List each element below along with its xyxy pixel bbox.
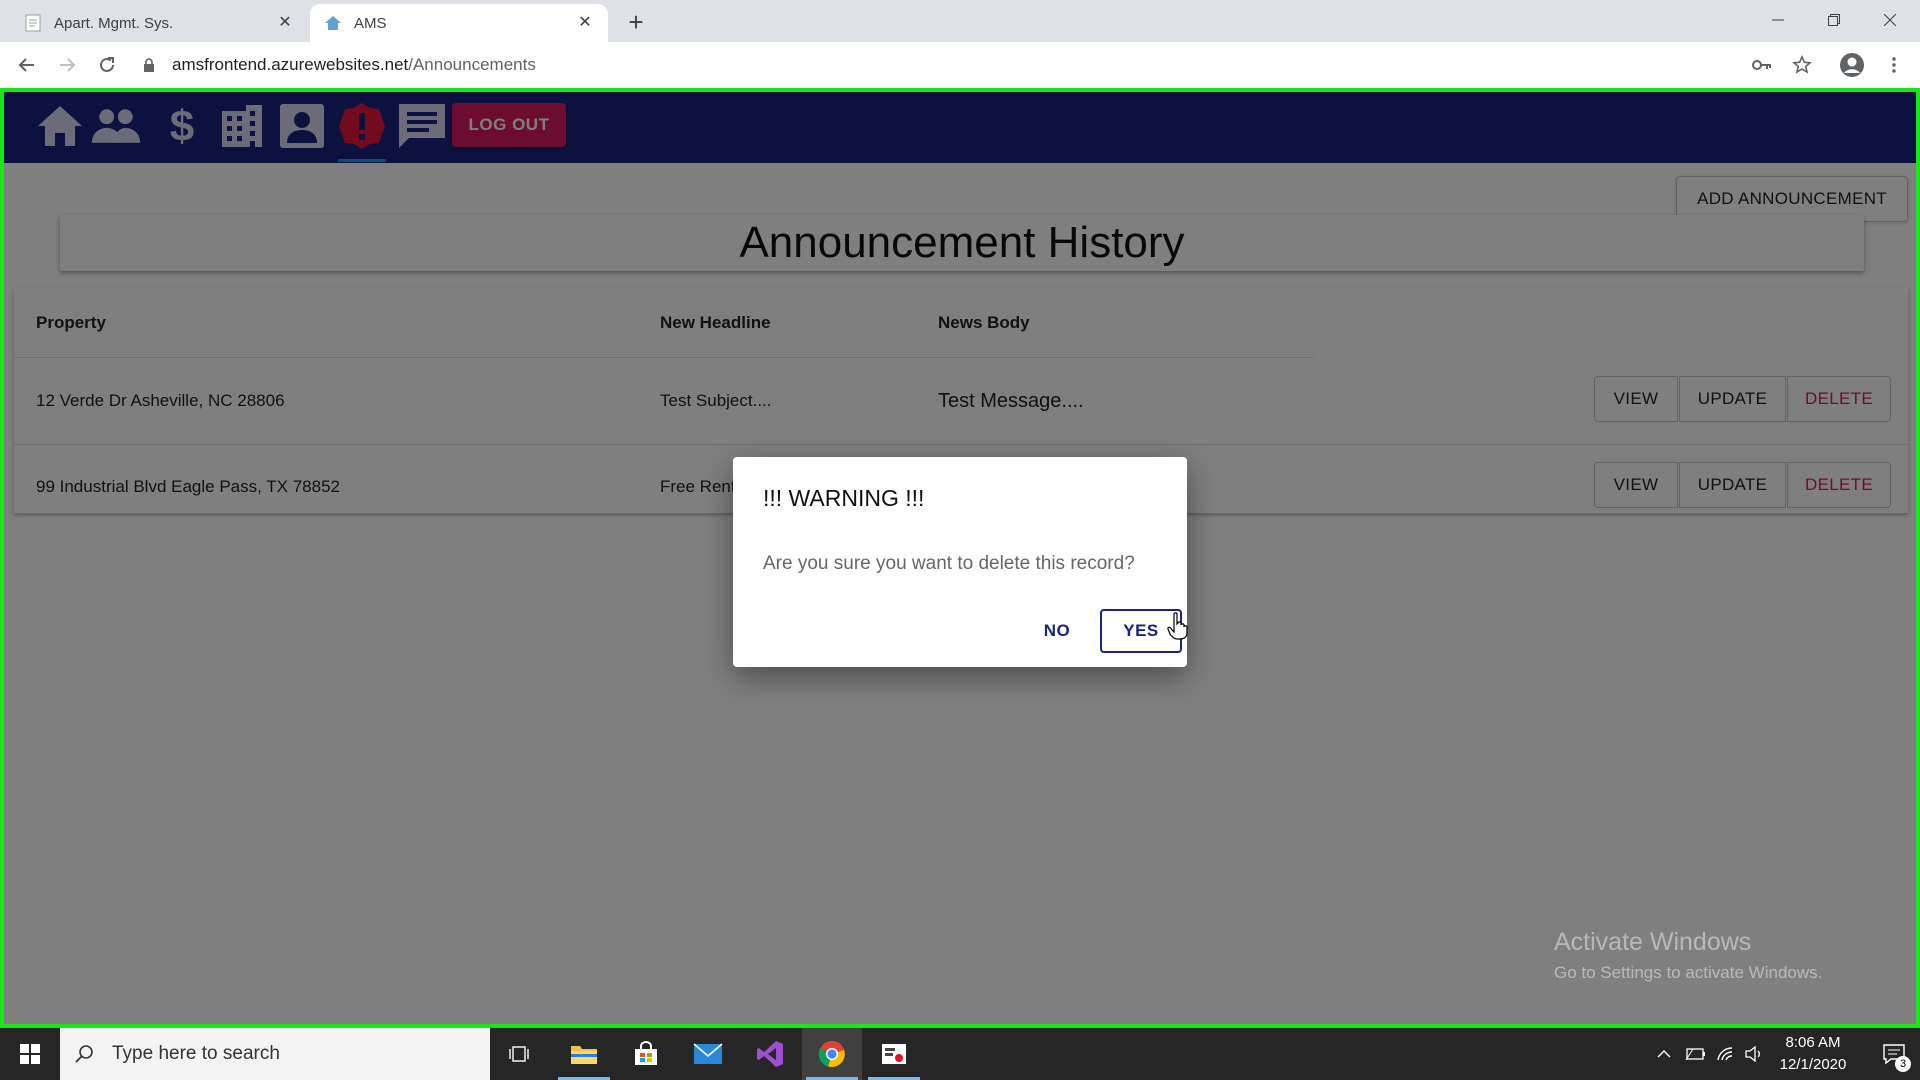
windows-start-icon[interactable] (0, 1028, 60, 1080)
clock-date: 12/1/2020 (1779, 1056, 1847, 1073)
page-viewport: $ LOG OUT ADD ANNOUNCEMENT Announcement … (0, 88, 1920, 1028)
browser-tab-strip: Apart. Mgmt. Sys. ✕ AMS ✕ + (0, 0, 1920, 42)
watermark-title: Activate Windows (1554, 928, 1752, 956)
windows-taskbar: Type here to search 8:06 AM 12/1/2020 3 (0, 1028, 1920, 1080)
reload-icon[interactable] (93, 51, 121, 79)
chrome-icon[interactable] (802, 1028, 862, 1080)
url-host: amsfrontend.azurewebsites.net (172, 55, 409, 74)
hand-cursor-icon (1167, 612, 1189, 640)
key-icon[interactable] (1748, 51, 1776, 79)
tab-title: AMS (354, 14, 387, 32)
dialog-title: !!! WARNING !!! (763, 485, 925, 511)
minimize-icon[interactable] (1750, 0, 1806, 40)
file-explorer-icon[interactable] (554, 1028, 614, 1080)
browser-tab-apart-mgmt[interactable]: Apart. Mgmt. Sys. ✕ (10, 4, 308, 42)
house-icon (324, 14, 342, 32)
notification-count-badge: 3 (1895, 1056, 1911, 1072)
close-window-icon[interactable] (1862, 0, 1918, 40)
visual-studio-icon[interactable] (740, 1028, 800, 1080)
lock-icon[interactable] (140, 56, 158, 74)
snipping-tool-icon[interactable] (864, 1028, 924, 1080)
no-button[interactable]: NO (1019, 609, 1095, 653)
star-icon[interactable] (1788, 51, 1816, 79)
activate-windows-watermark: Activate Windows Go to Settings to activ… (1554, 928, 1822, 983)
clock-time: 8:06 AM (1785, 1034, 1841, 1051)
dialog-message: Are you sure you want to delete this rec… (763, 553, 1135, 574)
taskbar-clock[interactable]: 8:06 AM 12/1/2020 (1768, 1032, 1858, 1076)
confirm-delete-dialog: !!! WARNING !!! Are you sure you want to… (733, 457, 1189, 667)
browser-toolbar: amsfrontend.azurewebsites.net/Announceme… (0, 42, 1920, 89)
search-icon (74, 1044, 104, 1064)
battery-icon[interactable] (1682, 1028, 1710, 1080)
notifications-icon[interactable]: 3 (1868, 1028, 1920, 1080)
store-icon[interactable] (616, 1028, 676, 1080)
tab-title: Apart. Mgmt. Sys. (54, 14, 174, 32)
browser-tab-ams[interactable]: AMS ✕ (310, 4, 608, 42)
menu-kebab-icon[interactable] (1880, 51, 1908, 79)
wifi-icon[interactable] (1712, 1028, 1740, 1080)
search-placeholder: Type here to search (112, 1043, 280, 1064)
url-text: amsfrontend.azurewebsites.net/Announceme… (172, 55, 536, 75)
url-path: /Announcements (408, 55, 536, 74)
mail-icon[interactable] (678, 1028, 738, 1080)
new-tab-button[interactable]: + (622, 8, 650, 36)
volume-icon[interactable] (1740, 1028, 1768, 1080)
watermark-subtitle: Go to Settings to activate Windows. (1554, 963, 1823, 982)
close-tab-icon[interactable]: ✕ (276, 14, 294, 32)
taskbar-search-box[interactable]: Type here to search (60, 1028, 490, 1080)
profile-icon[interactable] (1838, 51, 1866, 79)
chevron-up-icon[interactable] (1650, 1028, 1678, 1080)
address-bar[interactable]: amsfrontend.azurewebsites.net/Announceme… (140, 48, 1760, 82)
document-icon (24, 14, 42, 32)
forward-arrow-icon[interactable] (53, 51, 81, 79)
restore-icon[interactable] (1806, 0, 1862, 40)
back-arrow-icon[interactable] (13, 51, 41, 79)
close-tab-icon[interactable]: ✕ (576, 14, 594, 32)
task-view-icon[interactable] (490, 1028, 550, 1080)
